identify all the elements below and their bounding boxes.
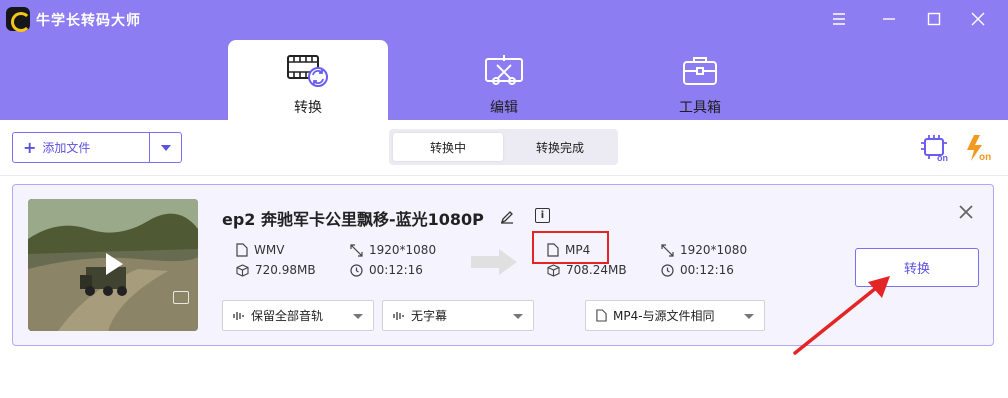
chevron-down-icon xyxy=(744,314,754,319)
edit-crop-icon xyxy=(482,53,526,89)
plus-icon: + xyxy=(23,138,37,157)
tab-converting[interactable]: 转换中 xyxy=(393,133,503,161)
output-format-value: MP4-与源文件相同 xyxy=(613,309,715,323)
source-size-value: 720.98MB xyxy=(255,263,316,277)
maximize-icon[interactable] xyxy=(923,8,945,30)
source-duration-value: 00:12:16 xyxy=(369,263,423,277)
source-format-value: WMV xyxy=(254,243,285,257)
source-duration: 00:12:16 xyxy=(350,262,423,278)
tab-edit[interactable]: 编辑 xyxy=(424,40,584,120)
tab-toolbox[interactable]: 工具箱 xyxy=(620,40,780,120)
app-logo xyxy=(6,7,31,32)
tab-completed[interactable]: 转换完成 xyxy=(505,133,615,161)
rename-pencil-icon[interactable] xyxy=(500,209,514,224)
toolbar-divider xyxy=(0,175,1008,176)
add-file-label: 添加文件 xyxy=(42,141,91,155)
source-resolution-value: 1920*1080 xyxy=(369,243,437,257)
speed-on-icon[interactable]: on xyxy=(965,133,995,163)
chevron-down-icon xyxy=(353,314,363,319)
chevron-down-icon xyxy=(513,314,523,319)
source-format: WMV xyxy=(236,242,284,258)
info-icon[interactable]: i xyxy=(535,208,550,223)
target-duration: 00:12:16 xyxy=(661,262,734,278)
convert-video-icon xyxy=(286,53,330,89)
svg-text:on: on xyxy=(937,153,948,163)
subtitle-value: 无字幕 xyxy=(411,309,448,323)
remove-file-icon[interactable] xyxy=(958,204,974,220)
target-resolution-value: 1920*1080 xyxy=(680,243,748,257)
top-bar: 牛学长转码大师 转换 编辑 工具箱 xyxy=(0,0,1008,120)
file-icon xyxy=(236,243,248,257)
screenshot-icon[interactable] xyxy=(173,291,189,304)
target-resolution: 1920*1080 xyxy=(661,242,747,258)
tab-convert-label: 转换 xyxy=(294,100,322,116)
chevron-down-icon xyxy=(160,144,171,151)
audio-wave-icon xyxy=(233,311,244,320)
app-window: 牛学长转码大师 转换 编辑 工具箱 + 添加文件 转换中 转换完成 on on … xyxy=(0,0,1008,398)
target-format-value: MP4 xyxy=(565,243,591,257)
annotation-arrow-icon xyxy=(790,268,900,358)
close-icon[interactable] xyxy=(967,8,989,30)
play-icon[interactable] xyxy=(101,250,127,278)
resize-icon xyxy=(350,243,363,257)
clock-icon xyxy=(661,263,674,277)
target-size-value: 708.24MB xyxy=(566,263,627,277)
tab-convert[interactable]: 转换 xyxy=(228,40,388,120)
source-resolution: 1920*1080 xyxy=(350,242,436,258)
status-segment: 转换中 转换完成 xyxy=(389,129,618,165)
convert-arrow-icon xyxy=(469,247,519,277)
resize-icon xyxy=(661,243,674,257)
file-title: ep2 奔驰军卡公里飘移-蓝光1080P xyxy=(222,210,484,229)
box-icon xyxy=(547,263,560,277)
tab-toolbox-label: 工具箱 xyxy=(679,100,721,116)
hamburger-icon[interactable] xyxy=(828,8,850,30)
add-file-button[interactable]: + 添加文件 xyxy=(12,132,182,163)
target-format: MP4 xyxy=(547,242,590,258)
svg-text:on: on xyxy=(979,152,991,163)
target-duration-value: 00:12:16 xyxy=(680,263,734,277)
minimize-icon[interactable] xyxy=(878,8,900,30)
file-icon xyxy=(596,309,607,322)
source-size: 720.98MB xyxy=(236,262,316,278)
toolbox-icon xyxy=(678,53,722,89)
audio-track-value: 保留全部音轨 xyxy=(251,309,324,323)
file-icon xyxy=(547,243,559,257)
audio-track-select[interactable]: 保留全部音轨 xyxy=(222,300,374,331)
gpu-on-icon[interactable]: on xyxy=(920,133,950,163)
clock-icon xyxy=(350,263,363,277)
subtitle-select[interactable]: 无字幕 xyxy=(382,300,534,331)
app-title: 牛学长转码大师 xyxy=(36,13,141,29)
target-size: 708.24MB xyxy=(547,262,627,278)
audio-wave-icon xyxy=(393,311,404,320)
add-file-main[interactable]: + 添加文件 xyxy=(13,133,149,162)
add-file-dropdown[interactable] xyxy=(149,133,181,162)
output-format-select[interactable]: MP4-与源文件相同 xyxy=(585,300,765,331)
box-icon xyxy=(236,263,249,277)
tab-edit-label: 编辑 xyxy=(490,100,518,116)
